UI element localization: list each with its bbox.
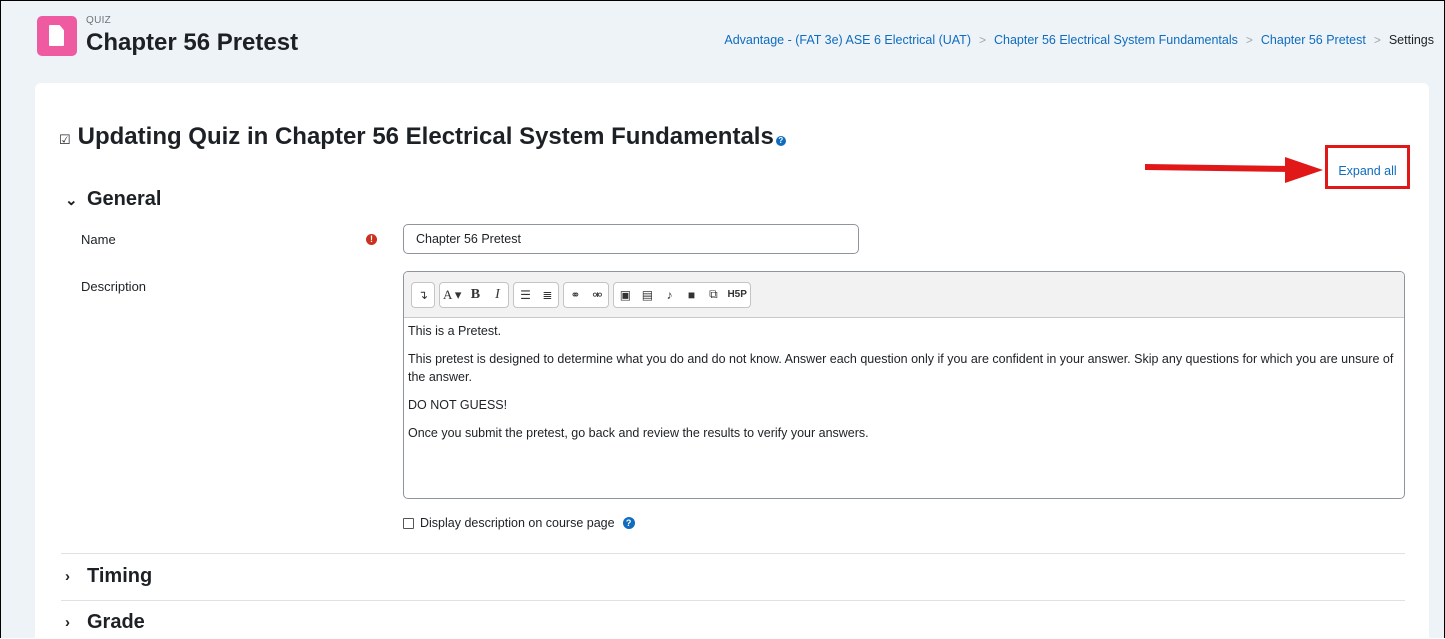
breadcrumb: Advantage - (FAT 3e) ASE 6 Electrical (U… (724, 33, 1434, 47)
expand-all-highlight: Expand all (1325, 145, 1410, 189)
quiz-activity-icon (37, 16, 77, 56)
chevron-right-icon: › (65, 614, 70, 631)
breadcrumb-current: Settings (1388, 33, 1434, 47)
media-icon[interactable]: ▤ (636, 283, 658, 307)
breadcrumb-quiz[interactable]: Chapter 56 Pretest (1261, 33, 1366, 47)
italic-button[interactable]: I (486, 283, 508, 307)
link-icon[interactable]: ⚭ (564, 283, 586, 307)
display-description-label: Display description on course page (420, 516, 615, 530)
unordered-list-icon[interactable]: ☰ (514, 283, 536, 307)
expand-all-link[interactable]: Expand all (1338, 164, 1396, 178)
required-icon: ! (366, 234, 377, 245)
divider (61, 600, 1405, 601)
image-icon[interactable]: ▣ (614, 283, 636, 307)
chevron-right-icon: > (1373, 33, 1381, 47)
help-icon[interactable]: ? (622, 517, 635, 529)
form-heading: ☑ Updating Quiz in Chapter 56 Electrical… (59, 123, 786, 151)
chevron-right-icon: > (978, 33, 986, 47)
module-type-label: QUIZ (86, 15, 112, 26)
video-icon[interactable]: ■ (680, 283, 702, 307)
description-label: Description (81, 279, 147, 294)
annotation-arrow (1145, 157, 1323, 183)
page-header: QUIZ Chapter 56 Pretest Advantage - (FAT… (1, 1, 1444, 81)
divider (61, 553, 1405, 554)
chevron-right-icon: > (1245, 33, 1253, 47)
breadcrumb-course[interactable]: Advantage - (FAT 3e) ASE 6 Electrical (U… (724, 33, 971, 47)
microphone-icon[interactable]: ♪ (658, 283, 680, 307)
breadcrumb-section[interactable]: Chapter 56 Electrical System Fundamental… (994, 33, 1238, 47)
chevron-right-icon: › (65, 568, 70, 585)
font-style-button[interactable]: A ▾ (440, 283, 464, 307)
chevron-down-icon: ⌄ (65, 191, 78, 209)
section-general-toggle[interactable]: ⌄ General (65, 188, 161, 211)
page-title: Chapter 56 Pretest (86, 29, 299, 56)
description-editor[interactable]: ↴ A ▾ B I ☰ ≣ ⚭ ⚮ ▣ ▤ ♪ ■ ⧉ H5P This is … (403, 271, 1405, 499)
form-heading-text: Updating Quiz in Chapter 56 Electrical S… (77, 123, 774, 150)
name-input[interactable] (403, 224, 859, 254)
toolbar-toggle-icon[interactable]: ↴ (412, 283, 434, 307)
editor-toolbar: ↴ A ▾ B I ☰ ≣ ⚭ ⚮ ▣ ▤ ♪ ■ ⧉ H5P (404, 272, 1404, 318)
page-frame: QUIZ Chapter 56 Pretest Advantage - (FAT… (0, 0, 1445, 638)
section-general-title: General (87, 188, 162, 210)
section-timing-title: Timing (87, 565, 153, 587)
description-paragraph: DO NOT GUESS! (408, 398, 508, 412)
section-grade-toggle[interactable]: › Grade (65, 611, 145, 634)
bold-button[interactable]: B (464, 283, 486, 307)
settings-card: ☑ Updating Quiz in Chapter 56 Electrical… (35, 83, 1429, 638)
section-grade-title: Grade (87, 611, 145, 633)
description-paragraph: This pretest is designed to determine wh… (408, 352, 1394, 384)
unlink-icon[interactable]: ⚮ (586, 283, 608, 307)
description-paragraph: Once you submit the pretest, go back and… (408, 426, 869, 440)
edit-icon: ☑ (59, 132, 71, 147)
editor-content[interactable]: This is a Pretest. This pretest is desig… (404, 318, 1404, 456)
ordered-list-icon[interactable]: ≣ (536, 283, 558, 307)
display-description-checkbox[interactable] (403, 517, 414, 529)
description-paragraph: This is a Pretest. (408, 324, 502, 338)
manage-files-icon[interactable]: ⧉ (702, 283, 724, 307)
display-description-row: Display description on course page ? (403, 516, 635, 530)
section-timing-toggle[interactable]: › Timing (65, 565, 152, 588)
name-label: Name (81, 232, 116, 247)
help-icon[interactable]: ? (775, 136, 786, 146)
h5p-button[interactable]: H5P (724, 283, 749, 307)
